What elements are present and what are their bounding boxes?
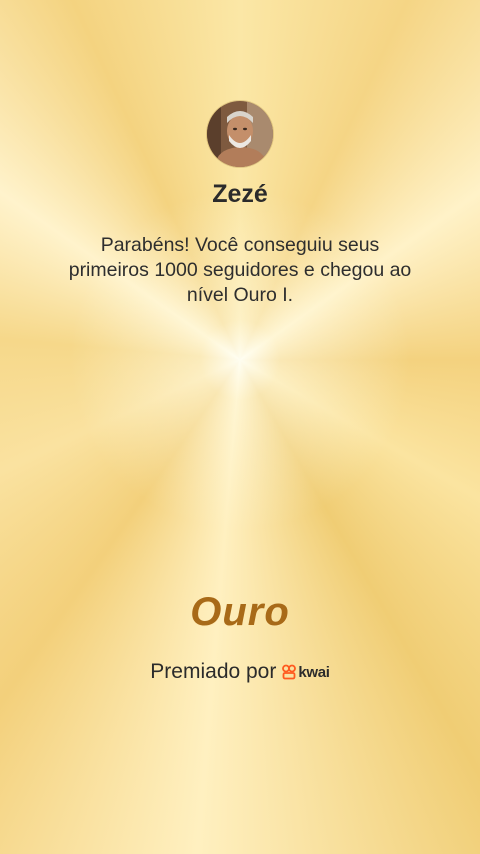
awarded-by: Premiado por kwai [0, 660, 480, 684]
awarded-by-label: Premiado por [150, 660, 277, 683]
kwai-brand-name: kwai [298, 663, 330, 681]
level-name: Ouro [190, 590, 290, 634]
username: Zezé [212, 180, 268, 208]
congratulations-message: Parabéns! Você conseguiu seus primeiros … [68, 234, 412, 306]
kwai-brand: kwai [282, 663, 330, 681]
kwai-logo-icon [282, 664, 297, 680]
avatar-photo-icon [207, 101, 273, 167]
user-avatar [207, 101, 273, 167]
